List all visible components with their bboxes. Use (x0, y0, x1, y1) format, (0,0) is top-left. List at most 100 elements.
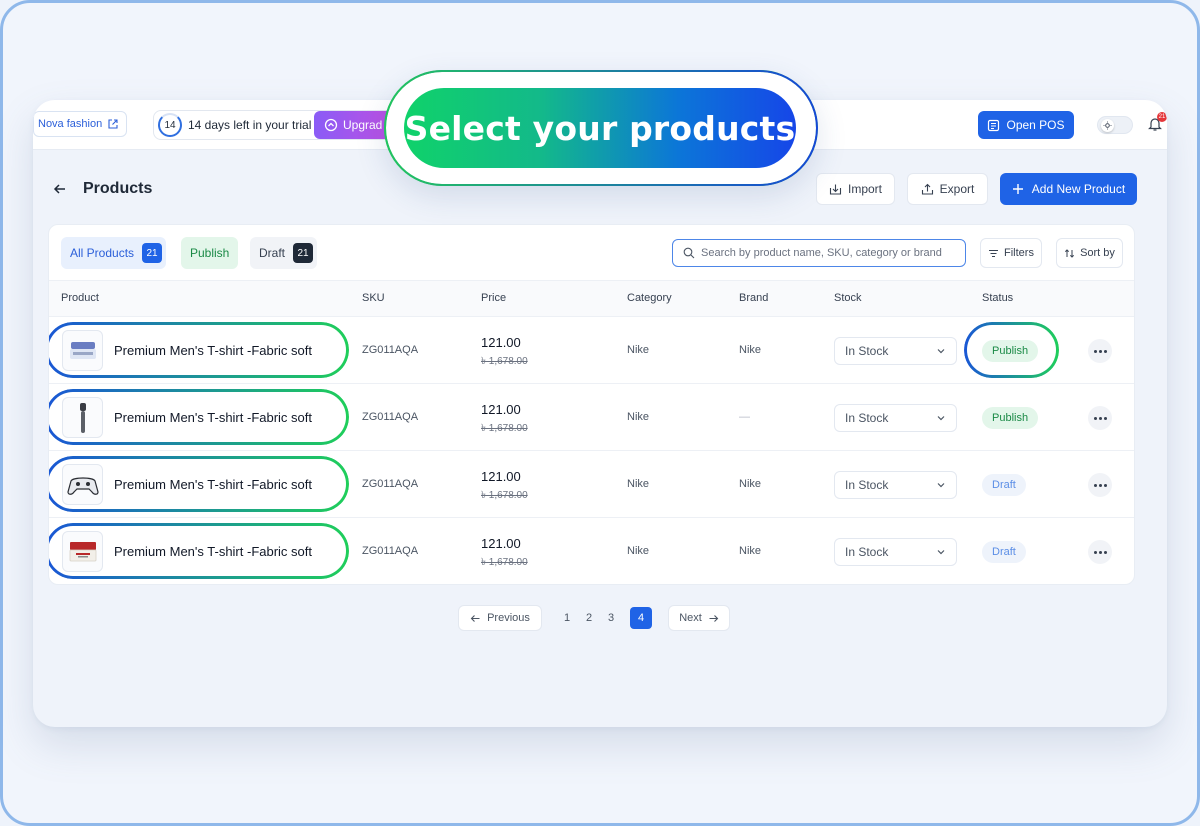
import-button[interactable]: Import (816, 173, 895, 205)
stock-select[interactable]: In Stock (834, 471, 957, 499)
column-header: Brand (739, 292, 769, 304)
category-cell: Nike (627, 545, 650, 557)
chevron-down-icon (937, 416, 945, 421)
product-name: Premium Men's T-shirt -Fabric soft (114, 544, 313, 559)
import-icon (829, 184, 842, 195)
status-badge: Draft (982, 474, 1026, 496)
chevron-down-icon (937, 550, 945, 555)
open-pos-button[interactable]: Open POS (978, 111, 1074, 139)
sort-icon (1065, 248, 1075, 258)
price-cell: 121.00 (481, 335, 521, 350)
sku-cell: ZG011AQA (362, 545, 419, 557)
price-cell: 121.00 (481, 402, 521, 417)
brand-cell: Nike (739, 545, 762, 557)
column-header: SKU (362, 292, 385, 304)
product-thumbnail (62, 397, 103, 438)
table-row[interactable]: Premium Men's T-shirt -Fabric soft ZG011… (49, 317, 1134, 384)
previous-page-button[interactable]: Previous (458, 605, 542, 631)
pagination: Previous 1 2 3 4 Next (458, 605, 730, 631)
stock-select[interactable]: In Stock (834, 337, 957, 365)
table-row[interactable]: Premium Men's T-shirt -Fabric soft ZG011… (49, 518, 1134, 584)
trial-text: 14 days left in your trial (188, 118, 312, 132)
arrow-left-icon (470, 614, 480, 622)
page-title: Products (83, 180, 153, 197)
column-header: Status (982, 292, 1014, 304)
page-header: Products (47, 172, 152, 206)
column-header: Category (627, 292, 672, 304)
old-price-cell: ৳ 1,678.00 (481, 356, 528, 367)
trial-progress-ring: 14 (158, 113, 182, 137)
notification-badge: 21 (1157, 112, 1167, 122)
product-thumbnail (62, 531, 103, 572)
plus-icon (1012, 184, 1023, 194)
table-row[interactable]: Premium Men's T-shirt -Fabric soft ZG011… (49, 384, 1134, 451)
status-badge: Draft (982, 541, 1026, 563)
product-name: Premium Men's T-shirt -Fabric soft (114, 343, 313, 358)
search-icon (683, 247, 695, 259)
store-name: Nova fashion (38, 118, 103, 130)
callout-banner: Select your products (384, 70, 818, 186)
filter-bar: All Products 21 Publish Draft 21 Filters… (49, 225, 1134, 281)
status-badge: Publish (982, 340, 1039, 362)
price-cell: 121.00 (481, 536, 521, 551)
sun-icon (1101, 119, 1114, 132)
sort-button[interactable]: Sort by (1056, 238, 1123, 268)
callout-pill: Select your products (404, 88, 796, 168)
tab-draft[interactable]: Draft 21 (250, 237, 318, 269)
arrow-left-icon (53, 184, 65, 194)
theme-toggle[interactable] (1097, 116, 1133, 134)
category-cell: Nike (627, 344, 650, 356)
column-header: Product (61, 292, 99, 304)
tab-all-products[interactable]: All Products 21 (61, 237, 167, 269)
stock-select[interactable]: In Stock (834, 538, 957, 566)
callout-text: Select your products (404, 108, 796, 148)
brand-cell: — (739, 411, 750, 423)
search-field[interactable] (672, 239, 966, 267)
external-link-icon (108, 119, 118, 129)
pos-icon (988, 119, 1000, 131)
page-number-current[interactable]: 4 (630, 607, 652, 629)
old-price-cell: ৳ 1,678.00 (481, 557, 528, 568)
brand-cell: Nike (739, 478, 762, 490)
page-number[interactable]: 3 (600, 607, 622, 629)
row-actions-button[interactable] (1088, 540, 1112, 564)
next-page-button[interactable]: Next (668, 605, 730, 631)
search-input[interactable] (701, 247, 956, 259)
table-header: Product SKU Price Category Brand Stock S… (49, 281, 1134, 317)
tab-count: 21 (142, 243, 163, 263)
app-window: Nova fashion 14 14 days left in your tri… (33, 100, 1167, 727)
tab-count: 21 (293, 243, 314, 263)
sku-cell: ZG011AQA (362, 478, 419, 490)
stock-select[interactable]: In Stock (834, 404, 957, 432)
chevron-down-icon (937, 483, 945, 488)
old-price-cell: ৳ 1,678.00 (481, 423, 528, 434)
upgrade-icon (324, 118, 338, 132)
export-button[interactable]: Export (907, 173, 988, 205)
chevron-down-icon (937, 349, 945, 354)
page-number[interactable]: 2 (578, 607, 600, 629)
export-icon (921, 183, 933, 195)
add-new-product-button[interactable]: Add New Product (1000, 173, 1137, 205)
product-name: Premium Men's T-shirt -Fabric soft (114, 477, 313, 492)
row-actions-button[interactable] (1088, 406, 1112, 430)
row-actions-button[interactable] (1088, 473, 1112, 497)
product-thumbnail (62, 330, 103, 371)
product-thumbnail (62, 464, 103, 505)
notifications-button[interactable]: 21 (1147, 112, 1167, 134)
filter-icon (989, 249, 999, 257)
price-cell: 121.00 (481, 469, 521, 484)
filters-button[interactable]: Filters (980, 238, 1042, 268)
store-link[interactable]: Nova fashion (33, 111, 128, 137)
column-header: Price (481, 292, 507, 304)
tab-publish[interactable]: Publish (181, 237, 239, 269)
arrow-right-icon (709, 614, 719, 622)
back-button[interactable] (47, 176, 73, 202)
page-number[interactable]: 1 (556, 607, 578, 629)
table-row[interactable]: Premium Men's T-shirt -Fabric soft ZG011… (49, 451, 1134, 518)
brand-cell: Nike (739, 344, 762, 356)
category-cell: Nike (627, 478, 650, 490)
old-price-cell: ৳ 1,678.00 (481, 490, 528, 501)
status-badge: Publish (982, 407, 1039, 429)
sku-cell: ZG011AQA (362, 344, 419, 356)
row-actions-button[interactable] (1088, 339, 1112, 363)
